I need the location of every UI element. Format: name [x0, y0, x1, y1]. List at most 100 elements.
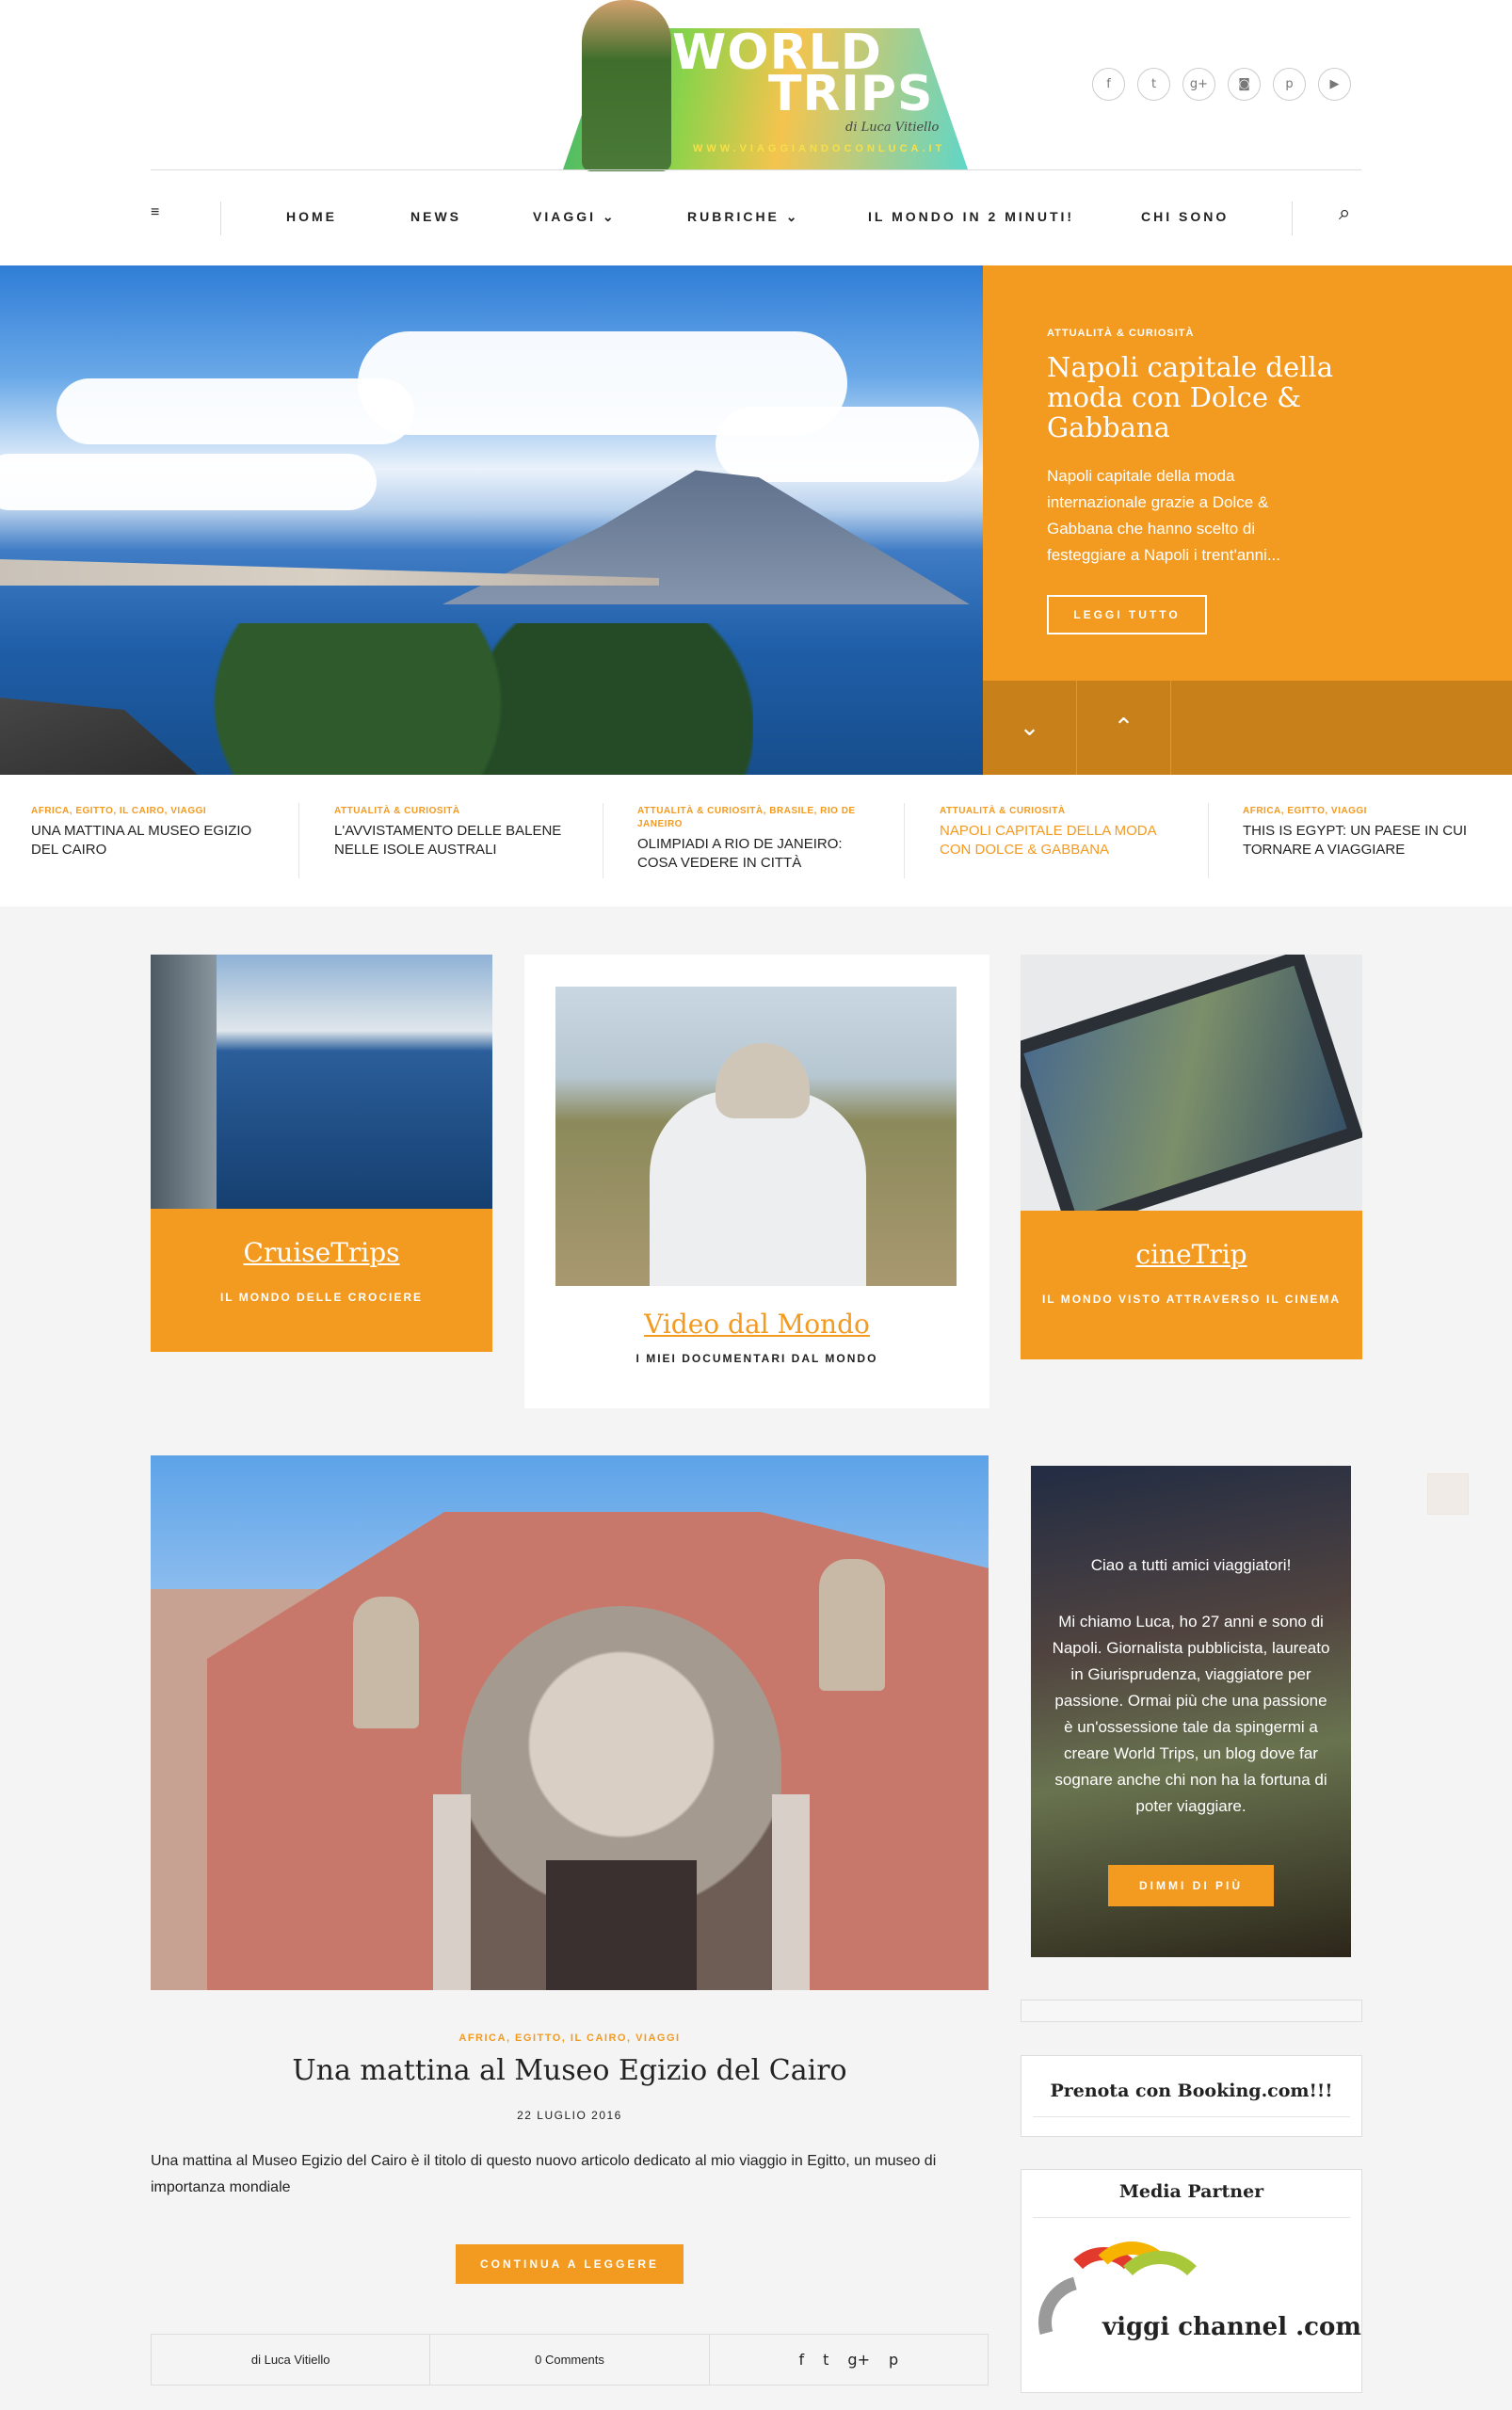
museum-door	[546, 1860, 697, 1990]
booking-title: Prenota con Booking.com!!!	[1050, 2081, 1333, 2101]
chevron-down-icon[interactable]: ⌄	[983, 681, 1077, 775]
ticker-divider	[904, 803, 905, 878]
widget-divider	[1033, 2116, 1350, 2117]
hero-slider-controls: ⌄ ⌃	[983, 681, 1512, 775]
continue-reading-button[interactable]: CONTINUA A LEGGERE	[456, 2244, 684, 2284]
about-widget: Ciao a tutti amici viaggiatori! Mi chiam…	[1031, 1466, 1351, 1957]
hero-category[interactable]: ATTUALITÀ & CURIOSITÀ	[1047, 328, 1194, 339]
post-meta-bar: di Luca Vitiello 0 Comments f t g+ p	[151, 2334, 989, 2386]
twitter-icon[interactable]: t	[1137, 68, 1170, 101]
ticker-category[interactable]: ATTUALITÀ & CURIOSITÀ, BRASILE, RIO DE J…	[637, 805, 873, 831]
ticker-category[interactable]: ATTUALITÀ & CURIOSITÀ	[334, 805, 570, 818]
post-featured-image[interactable]	[151, 1455, 989, 1990]
card-title[interactable]: cineTrip	[1021, 1239, 1362, 1270]
hero-image-naples-bay	[0, 265, 983, 775]
site-header: WORLD TRIPS di Luca Vitiello WWW.VIAGGIA…	[0, 0, 1512, 265]
social-links: f t g+ ◙ p ▶	[1092, 68, 1351, 101]
ship-railing	[151, 955, 217, 1209]
nav-divider	[220, 201, 221, 235]
cinema-photo	[1021, 955, 1362, 1211]
hero-caption-panel: ATTUALITÀ & CURIOSITÀ Napoli capitale de…	[983, 265, 1512, 775]
twitter-icon[interactable]: t	[823, 2351, 828, 2369]
google-plus-icon[interactable]: g+	[1182, 68, 1215, 101]
facebook-icon[interactable]: f	[1092, 68, 1125, 101]
youtube-icon[interactable]: ▶	[1318, 68, 1351, 101]
facebook-icon[interactable]: f	[799, 2351, 805, 2369]
nav-item-rubriche[interactable]: RUBRICHE ⌄	[687, 209, 800, 225]
museum-statue	[819, 1559, 885, 1691]
museum-column	[433, 1794, 471, 1990]
ticker-item[interactable]: AFRICA, EGITTO, VIAGGI THIS IS EGYPT: UN…	[1243, 805, 1478, 860]
nav-item-mondo-2-minuti[interactable]: IL MONDO IN 2 MINUTI!	[868, 209, 1074, 224]
post-ticker: AFRICA, EGITTO, IL CAIRO, VIAGGI UNA MAT…	[0, 775, 1512, 907]
hero-cloud	[716, 407, 979, 482]
card-title[interactable]: CruiseTrips	[151, 1237, 492, 1268]
feature-card-video-dal-mondo[interactable]: Video dal Mondo I MIEI DOCUMENTARI DAL M…	[524, 955, 989, 1408]
ticker-item[interactable]: ATTUALITÀ & CURIOSITÀ, BRASILE, RIO DE J…	[637, 805, 873, 873]
feature-card-cruisetrips[interactable]: CruiseTrips IL MONDO DELLE CROCIERE	[151, 955, 492, 1352]
ticker-divider	[298, 803, 299, 878]
ticker-title[interactable]: L'AVVISTAMENTO DELLE BALENE NELLE ISOLE …	[334, 822, 570, 860]
widget-divider	[1033, 2217, 1350, 2218]
media-logo-text: viggi channel .com	[1102, 2313, 1361, 2341]
hero-excerpt: Napoli capitale della moda internazional…	[1047, 467, 1281, 564]
museum-column	[772, 1794, 810, 1990]
tell-me-more-button[interactable]: DIMMI DI PIÙ	[1108, 1865, 1274, 1906]
about-greeting: Ciao a tutti amici viaggiatori!	[1090, 1556, 1292, 1574]
card-caption: CruiseTrips IL MONDO DELLE CROCIERE	[151, 1209, 492, 1352]
screen-frame	[1021, 955, 1362, 1211]
screen-image	[1023, 965, 1347, 1211]
nav-item-viaggi[interactable]: VIAGGI ⌄	[533, 209, 617, 225]
ticker-title[interactable]: NAPOLI CAPITALE DELLA MODA CON DOLCE & G…	[940, 822, 1175, 860]
hero-trees	[188, 623, 753, 775]
museum-statue	[353, 1597, 419, 1728]
site-logo[interactable]: WORLD TRIPS di Luca Vitiello WWW.VIAGGIA…	[563, 0, 968, 171]
scroll-to-top-button[interactable]	[1427, 1473, 1469, 1515]
nav-divider	[1292, 201, 1293, 235]
card-subtitle: I MIEI DOCUMENTARI DAL MONDO	[635, 1352, 878, 1365]
cruise-photo	[151, 955, 492, 1209]
card-title[interactable]: Video dal Mondo	[524, 1309, 989, 1340]
video-photo	[555, 987, 957, 1286]
nav-item-home[interactable]: HOME	[286, 209, 337, 224]
hero-slider: ATTUALITÀ & CURIOSITÀ Napoli capitale de…	[0, 265, 1512, 775]
main-nav: ≡ HOME NEWS VIAGGI ⌄ RUBRICHE ⌄ IL MONDO…	[151, 188, 1361, 245]
hero-rocks	[0, 698, 207, 775]
logo-word-trips: TRIPS	[768, 66, 934, 122]
nav-item-chi-sono[interactable]: CHI SONO	[1141, 209, 1229, 224]
read-more-button[interactable]: LEGGI TUTTO	[1047, 595, 1207, 635]
ticker-category[interactable]: AFRICA, EGITTO, VIAGGI	[1243, 805, 1478, 818]
pinterest-icon[interactable]: p	[1273, 68, 1306, 101]
chevron-up-icon[interactable]: ⌃	[1077, 681, 1171, 775]
feature-card-cinetrip[interactable]: cineTrip IL MONDO VISTO ATTRAVERSO IL CI…	[1021, 955, 1362, 1359]
ticker-title[interactable]: OLIMPIADI A RIO DE JANEIRO: COSA VEDERE …	[637, 835, 873, 873]
search-icon[interactable]: ⌕	[1339, 201, 1350, 225]
post-author[interactable]: di Luca Vitiello	[152, 2335, 431, 2385]
card-subtitle: IL MONDO VISTO ATTRAVERSO IL CINEMA	[1041, 1293, 1342, 1306]
post-excerpt: Una mattina al Museo Egizio del Cairo è …	[151, 2153, 937, 2195]
empty-widget	[1021, 2000, 1362, 2022]
about-text: Mi chiamo Luca, ho 27 anni e sono di Nap…	[1052, 1613, 1330, 1815]
google-plus-icon[interactable]: g+	[847, 2351, 870, 2369]
ticker-category[interactable]: AFRICA, EGITTO, IL CAIRO, VIAGGI	[31, 805, 266, 818]
ticker-category[interactable]: ATTUALITÀ & CURIOSITÀ	[940, 805, 1175, 818]
logo-signature: di Luca Vitiello	[845, 120, 940, 135]
nav-item-news[interactable]: NEWS	[410, 209, 461, 224]
ticker-item[interactable]: ATTUALITÀ & CURIOSITÀ L'AVVISTAMENTO DEL…	[334, 805, 570, 860]
post-title[interactable]: Una mattina al Museo Egizio del Cairo	[151, 2054, 989, 2087]
pinterest-icon[interactable]: p	[889, 2351, 898, 2369]
post-date: 22 LUGLIO 2016	[517, 2109, 622, 2122]
hamburger-menu-icon[interactable]: ≡	[151, 205, 168, 220]
logo-url: WWW.VIAGGIANDOCONLUCA.IT	[693, 143, 946, 154]
hero-title[interactable]: Napoli capitale della moda con Dolce & G…	[1047, 352, 1348, 442]
ticker-title[interactable]: UNA MATTINA AL MUSEO EGIZIO DEL CAIRO	[31, 822, 266, 860]
ticker-title[interactable]: THIS IS EGYPT: UN PAESE IN CUI TORNARE A…	[1243, 822, 1478, 860]
traveler-cap	[716, 1043, 810, 1118]
ticker-item[interactable]: ATTUALITÀ & CURIOSITÀ NAPOLI CAPITALE DE…	[940, 805, 1175, 860]
instagram-icon[interactable]: ◙	[1228, 68, 1261, 101]
share-links: f t g+ p	[710, 2335, 988, 2385]
post-comments[interactable]: 0 Comments	[430, 2335, 710, 2385]
viggi-channel-logo[interactable]: viggi channel .com	[1021, 2238, 1361, 2387]
post-categories[interactable]: AFRICA, EGITTO, IL CAIRO, VIAGGI	[151, 2032, 989, 2044]
ticker-item[interactable]: AFRICA, EGITTO, IL CAIRO, VIAGGI UNA MAT…	[31, 805, 266, 860]
